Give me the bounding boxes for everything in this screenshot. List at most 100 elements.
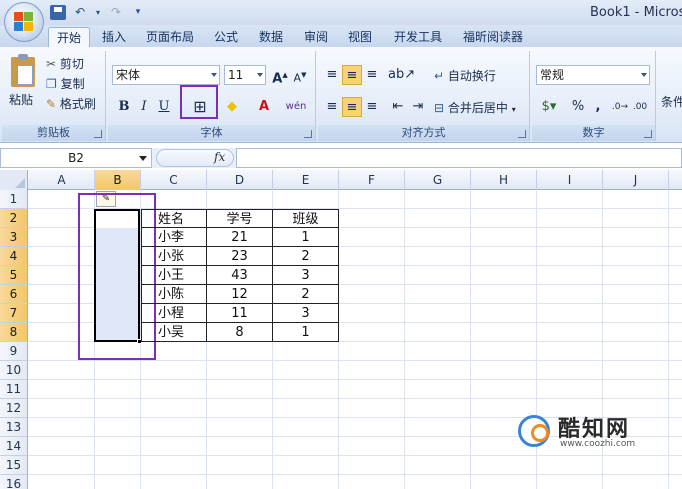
shrink-font-icon[interactable]: A▼ (290, 65, 310, 85)
column-header-e[interactable]: E (273, 170, 339, 190)
table-header-cell[interactable]: 学号 (207, 209, 273, 228)
table-cell[interactable]: 小程 (141, 304, 207, 323)
underline-button[interactable]: U (154, 97, 174, 117)
table-cell[interactable]: 小陈 (141, 285, 207, 304)
table-cell[interactable]: 小吴 (141, 323, 207, 342)
number-launcher-icon[interactable] (644, 130, 652, 138)
align-center-icon[interactable]: ≡ (342, 97, 362, 117)
phonetic-button[interactable]: wén (282, 97, 310, 117)
save-icon[interactable] (50, 4, 66, 20)
bold-button[interactable]: B (114, 97, 134, 117)
name-box[interactable]: B2 (0, 148, 152, 168)
paste-button[interactable]: 粘贴 (9, 91, 33, 108)
row-header-10[interactable]: 10 (0, 361, 28, 380)
row-header-14[interactable]: 14 (0, 437, 28, 456)
currency-icon[interactable]: $▾ (536, 97, 562, 117)
column-header-i[interactable]: I (537, 170, 603, 190)
table-cell[interactable]: 11 (207, 304, 273, 323)
table-header-cell[interactable]: 班级 (273, 209, 339, 228)
undo-dropdown-icon[interactable]: ▾ (94, 5, 102, 20)
column-header-c[interactable]: C (141, 170, 207, 190)
number-format-combo[interactable]: 常规 (536, 65, 650, 85)
clipboard-launcher-icon[interactable] (94, 130, 102, 138)
align-right-icon[interactable]: ≡ (362, 97, 382, 117)
table-cell[interactable]: 21 (207, 228, 273, 247)
font-name-combo[interactable]: 宋体 (112, 65, 220, 85)
comma-button[interactable]: , (588, 97, 608, 117)
fill-color-icon[interactable]: ◆ (222, 97, 242, 117)
column-header-j[interactable]: J (603, 170, 669, 190)
undo-icon[interactable]: ↶ (72, 5, 88, 20)
row-header-5[interactable]: 5 (0, 266, 28, 285)
table-cell[interactable]: 3 (273, 304, 339, 323)
copy-button[interactable]: ❐ 复制 (46, 75, 85, 92)
table-cell[interactable]: 12 (207, 285, 273, 304)
row-header-8[interactable]: 8 (0, 323, 28, 342)
format-painter-button[interactable]: ✎ 格式刷 (46, 95, 96, 112)
alignment-launcher-icon[interactable] (518, 130, 526, 138)
table-cell[interactable]: 1 (273, 228, 339, 247)
table-cell[interactable]: 2 (273, 285, 339, 304)
tab-developer[interactable]: 开发工具 (386, 27, 450, 47)
font-color-icon[interactable]: A (254, 97, 274, 117)
customize-qat-icon[interactable]: ▾ (130, 5, 146, 20)
table-cell[interactable]: 43 (207, 266, 273, 285)
align-bottom-icon[interactable]: ≡ (362, 65, 382, 85)
decrease-decimal-icon[interactable]: .00 (630, 97, 650, 117)
tab-foxit-reader[interactable]: 福昕阅读器 (455, 27, 531, 47)
table-header-cell[interactable]: 姓名 (141, 209, 207, 228)
increase-indent-icon[interactable]: ⇥ (408, 97, 428, 117)
column-header-f[interactable]: F (339, 170, 405, 190)
row-header-13[interactable]: 13 (0, 418, 28, 437)
row-header-11[interactable]: 11 (0, 380, 28, 399)
cut-button[interactable]: ✂ 剪切 (46, 55, 84, 72)
decrease-indent-icon[interactable]: ⇤ (388, 97, 408, 117)
tab-review[interactable]: 审阅 (296, 27, 336, 47)
row-header-1[interactable]: 1 (0, 190, 28, 209)
table-cell[interactable]: 小王 (141, 266, 207, 285)
row-header-9[interactable]: 9 (0, 342, 28, 361)
select-all-button[interactable] (0, 170, 28, 190)
table-cell[interactable]: 2 (273, 247, 339, 266)
row-header-2[interactable]: 2 (0, 209, 28, 228)
paste-icon[interactable] (11, 54, 35, 87)
table-cell[interactable]: 8 (207, 323, 273, 342)
row-header-7[interactable]: 7 (0, 304, 28, 323)
column-header-a[interactable]: A (29, 170, 95, 190)
orientation-icon[interactable]: ab↗ (388, 65, 415, 85)
tab-data[interactable]: 数据 (251, 27, 291, 47)
row-header-3[interactable]: 3 (0, 228, 28, 247)
align-top-icon[interactable]: ≡ (322, 65, 342, 85)
font-launcher-icon[interactable] (304, 130, 312, 138)
table-cell[interactable]: 1 (273, 323, 339, 342)
italic-button[interactable]: I (134, 97, 154, 117)
column-header-d[interactable]: D (207, 170, 273, 190)
table-cell[interactable]: 3 (273, 266, 339, 285)
table-cell[interactable]: 23 (207, 247, 273, 266)
row-header-6[interactable]: 6 (0, 285, 28, 304)
align-left-icon[interactable]: ≡ (322, 97, 342, 117)
formula-input[interactable] (236, 148, 682, 168)
table-cell[interactable]: 小李 (141, 228, 207, 247)
insert-function-button[interactable]: fx (214, 150, 225, 164)
table-cell[interactable]: 小张 (141, 247, 207, 266)
column-header-b[interactable]: B (95, 170, 141, 190)
tab-insert[interactable]: 插入 (94, 27, 134, 47)
redo-icon[interactable]: ↷ (108, 5, 124, 20)
tab-page-layout[interactable]: 页面布局 (138, 27, 202, 47)
percent-button[interactable]: % (568, 97, 588, 117)
column-header-g[interactable]: G (405, 170, 471, 190)
row-header-12[interactable]: 12 (0, 399, 28, 418)
font-size-combo[interactable]: 11 (224, 65, 266, 85)
tab-formulas[interactable]: 公式 (206, 27, 246, 47)
align-middle-icon[interactable]: ≡ (342, 65, 362, 85)
conditional-format-button[interactable]: 条件 (661, 93, 682, 110)
wrap-text-button[interactable]: ↵ 自动换行 (434, 67, 496, 84)
tab-home[interactable]: 开始 (48, 27, 91, 47)
column-header-h[interactable]: H (471, 170, 537, 190)
office-button[interactable] (4, 2, 44, 42)
tab-view[interactable]: 视图 (340, 27, 380, 47)
row-header-15[interactable]: 15 (0, 456, 28, 475)
row-header-16[interactable]: 16 (0, 475, 28, 489)
increase-decimal-icon[interactable]: .0→ (610, 97, 630, 117)
